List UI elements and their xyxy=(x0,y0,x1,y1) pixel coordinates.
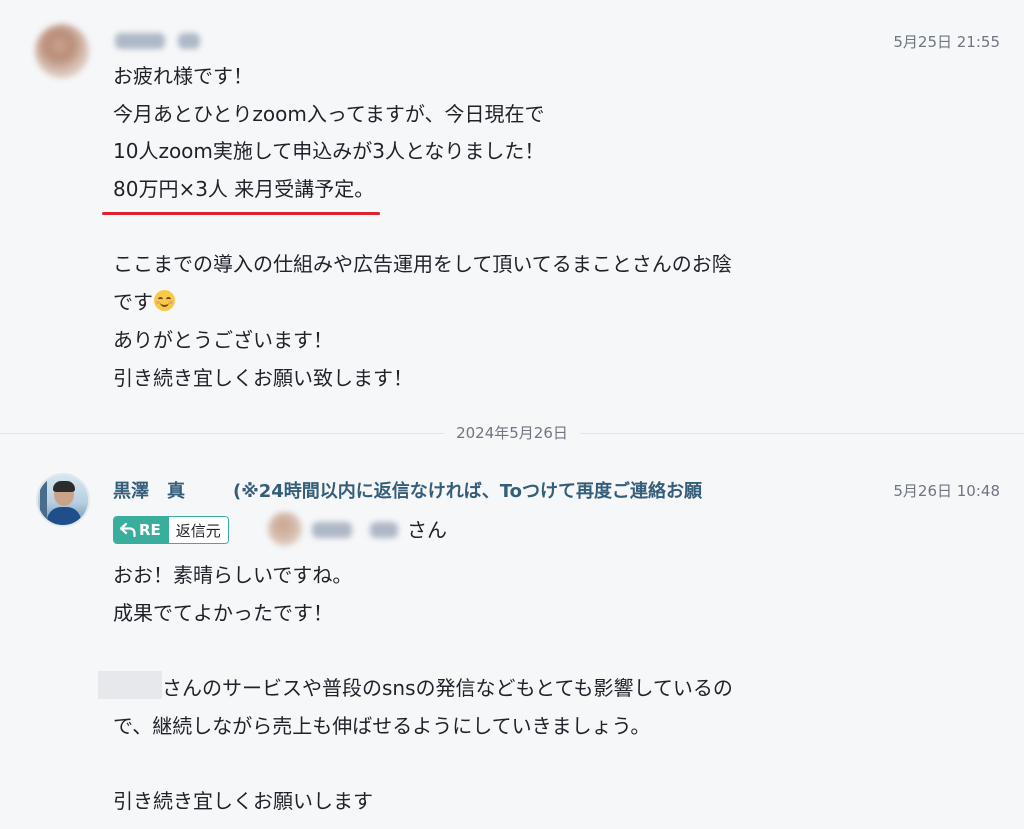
chat-thread: 5月25日 21:55 お疲れ様です！ 今月あとひとりzoom入ってますが、今日… xyxy=(0,0,1024,829)
message-line-text: です xyxy=(113,290,153,315)
reply-target-avatar-blurred xyxy=(268,512,302,546)
reply-target-name-blurred-part xyxy=(370,522,398,538)
message-line: 引き続き宜しくお願い致します！ xyxy=(113,365,413,390)
message-body: おお！素晴らしいですね。 成果でてよかったです！ さんのサービスや普段のsnsの… xyxy=(113,557,733,821)
smiling-face-emoji-icon xyxy=(154,290,175,312)
message-line: お疲れ様です！ xyxy=(113,64,253,88)
highlighted-text-content: 80万円×3人 来月受講予定。 xyxy=(113,177,375,202)
re-badge: RE xyxy=(114,517,169,543)
sender-name-blurred-part xyxy=(178,33,200,49)
message-line: 今月あとひとりzoom入ってますが、今日現在で xyxy=(113,101,545,126)
reply-arrow-icon xyxy=(120,523,136,537)
message-line: ここまでの導入の仕組みや広告運用をして頂いてるまことさんのお陰 xyxy=(113,252,732,277)
message-line: おお！素晴らしいですね。 xyxy=(113,563,353,587)
red-underline-annotation xyxy=(102,211,381,215)
date-divider-label: 2024年5月26日 xyxy=(444,422,580,443)
sender-avatar[interactable] xyxy=(36,473,90,527)
message-line: 引き続き宜しくお願いします xyxy=(113,789,373,814)
message-timestamp: 5月25日 21:55 xyxy=(893,33,1000,51)
reply-source-label: 返信元 xyxy=(168,517,228,543)
reply-target-suffix: さん xyxy=(407,518,447,542)
sender-name[interactable]: 黒澤 真 xyxy=(113,477,185,503)
message-line: ありがとうございます！ xyxy=(113,327,333,352)
message-line: 成果でてよかったです！ xyxy=(113,600,333,625)
redacted-name-box xyxy=(98,671,162,699)
message-line: 10人zoom実施して申込みが3人となりました！ xyxy=(113,139,545,164)
sender-status-note: (※24時間以内に返信なければ、Toつけて再度ご連絡お願 xyxy=(233,481,703,502)
message-line: で、継続しながら売上も伸ばせるようにしていきましょう。 xyxy=(113,713,651,738)
message-line: さんのサービスや普段のsnsの発信などもとても影響しているの xyxy=(162,676,733,701)
message-timestamp: 5月26日 10:48 xyxy=(893,482,1000,500)
highlighted-text: 80万円×3人 来月受講予定。 xyxy=(102,171,381,215)
message-line-with-emoji: です xyxy=(113,284,732,322)
sender-avatar-blurred[interactable] xyxy=(35,24,89,78)
reply-target-name-blurred xyxy=(312,522,352,538)
highlighted-line: 80万円×3人 来月受講予定。 xyxy=(102,171,732,215)
re-label: RE xyxy=(139,521,161,539)
reply-source-chip[interactable]: RE 返信元 xyxy=(113,516,229,544)
sender-name-blurred xyxy=(115,33,165,49)
message-body: お疲れ様です！ 今月あとひとりzoom入ってますが、今日現在で 10人zoom実… xyxy=(102,58,732,397)
